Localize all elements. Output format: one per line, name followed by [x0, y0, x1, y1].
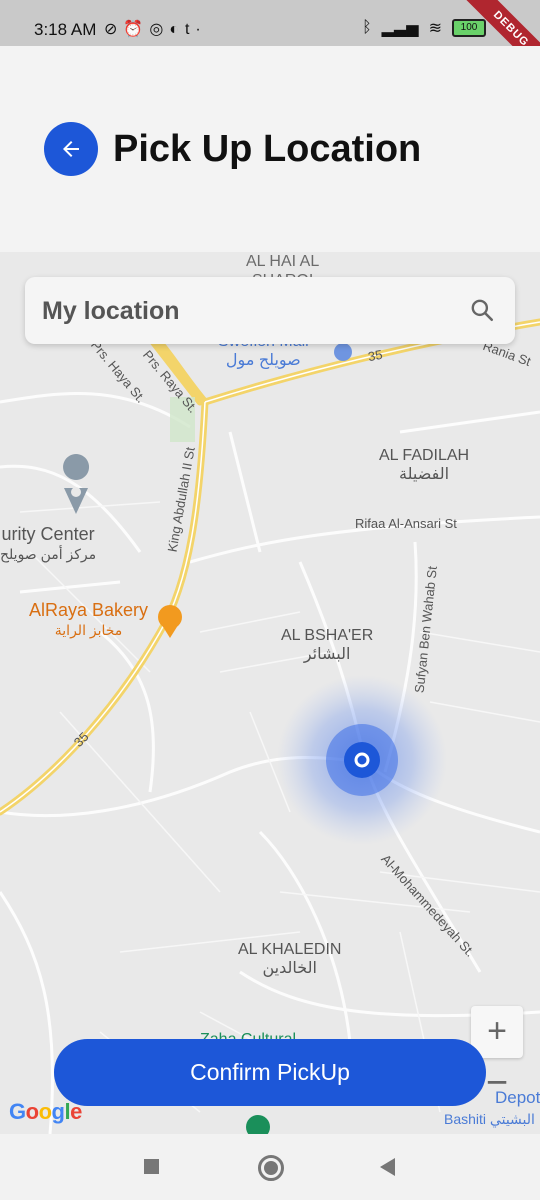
zoom-in-button[interactable]: +: [471, 1006, 523, 1058]
search-icon[interactable]: [469, 297, 495, 323]
whatsapp-icon: ◎: [149, 21, 170, 38]
location-search-box[interactable]: My location: [25, 277, 515, 344]
bluetooth-icon: ᛒ: [362, 19, 372, 36]
app-icon: ◐: [169, 21, 185, 38]
dot-icon: ·: [195, 21, 207, 38]
page-title: Pick Up Location: [113, 128, 422, 170]
map-roads: [0, 252, 540, 1134]
alarm-icon: ⏰: [123, 21, 150, 38]
map-label-al-fadilah: AL FADILAH الفضيلة: [379, 447, 470, 483]
battery-icon: 100: [452, 19, 486, 37]
recent-apps-icon[interactable]: [144, 1159, 159, 1174]
street-rifaa: Rifaa Al-Ansari St: [355, 516, 457, 531]
security-center-marker: [63, 454, 90, 480]
map-label-al-khaledin: AL KHALEDIN الخالدين: [238, 941, 342, 977]
back-nav-icon[interactable]: [380, 1158, 395, 1176]
search-input[interactable]: My location: [42, 297, 180, 326]
map-label-bashiti: Bashiti البشيتي: [444, 1111, 535, 1127]
map-label-alraya-bakery: AlRaya Bakery مخابز الراية: [29, 600, 149, 639]
system-nav-bar: [0, 1134, 540, 1200]
status-time: 3:18 AM: [34, 20, 97, 39]
google-logo: Google: [9, 1099, 82, 1124]
status-system-icons: ᛒ ▂▃▅ ≋ 100: [362, 18, 486, 38]
wifi-icon: ≋: [428, 20, 442, 37]
signal-icon: ▂▃▅: [381, 20, 419, 37]
back-button[interactable]: [44, 122, 98, 176]
tumblr-icon: t: [184, 21, 196, 38]
map-view[interactable]: AL HAI ALSHARQI Swefieh Mallصويلح مول AL…: [0, 252, 540, 1134]
status-notification-icons: ⊘⏰◎◐t·: [104, 19, 207, 39]
arrow-left-icon: [63, 141, 79, 157]
home-icon[interactable]: [258, 1155, 284, 1181]
map-label-al-bshaer: AL BSHA'ER البشائر: [281, 627, 374, 663]
status-bar: 3:18 AM ⊘⏰◎◐t· ᛒ ▂▃▅ ≋ 100: [0, 0, 540, 46]
confirm-pickup-button[interactable]: Confirm PickUp: [54, 1039, 486, 1106]
map-label-security-center: urity Center مركز أمن صويلح: [0, 524, 97, 563]
street-route-35: 35: [366, 346, 384, 365]
wifi-off-icon: ⊘: [104, 21, 124, 38]
